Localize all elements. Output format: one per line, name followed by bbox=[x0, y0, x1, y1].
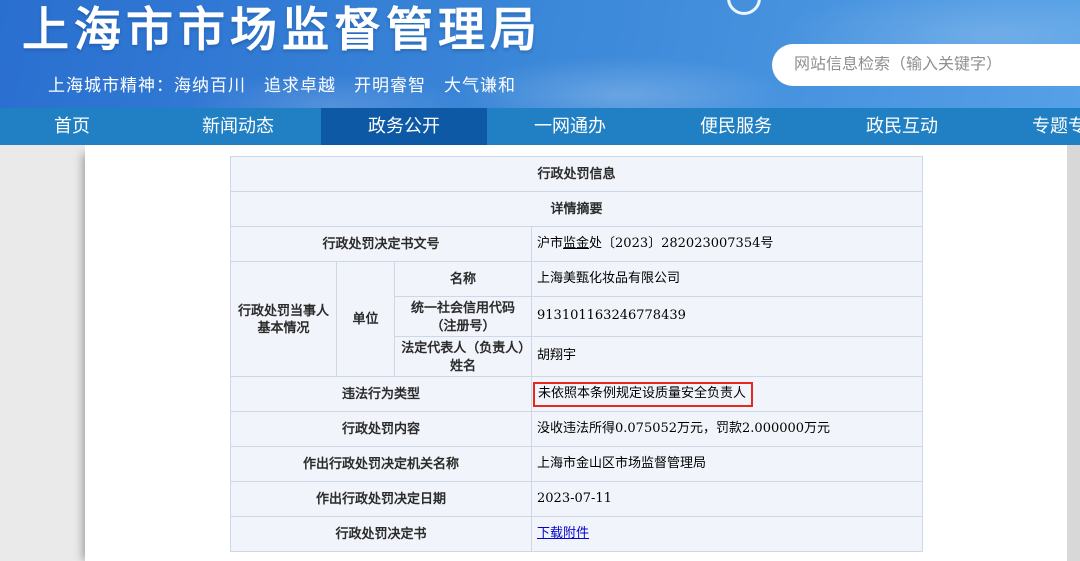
doc-number-suffix: 处〔2023〕282023007354号 bbox=[589, 236, 773, 251]
partial-ring-logo-icon bbox=[727, 0, 761, 15]
main-nav: 首页 新闻动态 政务公开 一网通办 便民服务 政民互动 专题专栏 bbox=[0, 108, 1080, 145]
decision-date-value: 2023-07-11 bbox=[532, 482, 923, 517]
nav-item-gov-disclosure[interactable]: 政务公开 bbox=[321, 108, 487, 145]
table-row: 行政处罚内容 没收违法所得0.075052万元，罚款2.000000万元 bbox=[231, 412, 923, 447]
decision-authority-label: 作出行政处罚决定机关名称 bbox=[231, 447, 532, 482]
site-title: 上海市市场监督管理局 bbox=[22, 2, 542, 58]
table-row: 行政处罚决定书 下载附件 bbox=[231, 517, 923, 552]
nav-items: 首页 新闻动态 政务公开 一网通办 便民服务 政民互动 专题专栏 bbox=[0, 108, 1080, 145]
nav-item-interaction[interactable]: 政民互动 bbox=[819, 108, 985, 145]
decision-document-label: 行政处罚决定书 bbox=[231, 517, 532, 552]
table-row: 违法行为类型 未依照本条例规定设质量安全负责人 bbox=[231, 377, 923, 412]
highlighted-violation-text: 未依照本条例规定设质量安全负责人 bbox=[533, 382, 753, 407]
table-subtitle: 详情摘要 bbox=[231, 192, 923, 227]
table-row: 行政处罚决定书文号 沪市监金处〔2023〕282023007354号 bbox=[231, 227, 923, 262]
decision-authority-value: 上海市金山区市场监督管理局 bbox=[532, 447, 923, 482]
nav-item-public-services[interactable]: 便民服务 bbox=[653, 108, 819, 145]
doc-number-label: 行政处罚决定书文号 bbox=[231, 227, 532, 262]
doc-number-underlined-part: 监金 bbox=[563, 236, 589, 251]
main-area: 行政处罚信息 详情摘要 行政处罚决定书文号 沪市监金处〔2023〕2820230… bbox=[0, 145, 1080, 561]
download-attachment-link[interactable]: 下载附件 bbox=[537, 526, 589, 541]
table-row: 行政处罚当事人基本情况 单位 名称 上海美甄化妆品有限公司 bbox=[231, 262, 923, 297]
violation-type-value: 未依照本条例规定设质量安全负责人 bbox=[532, 377, 923, 412]
content-panel: 行政处罚信息 详情摘要 行政处罚决定书文号 沪市监金处〔2023〕2820230… bbox=[85, 145, 1067, 561]
legal-rep-value: 胡翔宇 bbox=[532, 337, 923, 377]
table-row: 作出行政处罚决定日期 2023-07-11 bbox=[231, 482, 923, 517]
table-row: 作出行政处罚决定机关名称 上海市金山区市场监督管理局 bbox=[231, 447, 923, 482]
party-type-label: 单位 bbox=[337, 262, 395, 377]
table-row: 行政处罚信息 bbox=[231, 157, 923, 192]
doc-number-prefix: 沪市 bbox=[537, 236, 563, 251]
table-title: 行政处罚信息 bbox=[231, 157, 923, 192]
party-basic-info-label: 行政处罚当事人基本情况 bbox=[231, 262, 337, 377]
credit-code-label: 统一社会信用代码（注册号） bbox=[395, 297, 532, 337]
doc-number-value: 沪市监金处〔2023〕282023007354号 bbox=[532, 227, 923, 262]
nav-item-news[interactable]: 新闻动态 bbox=[155, 108, 321, 145]
nav-item-special-topics[interactable]: 专题专栏 bbox=[985, 108, 1080, 145]
nav-item-home[interactable]: 首页 bbox=[0, 108, 155, 145]
company-name-label: 名称 bbox=[395, 262, 532, 297]
penalty-content-value: 没收违法所得0.075052万元，罚款2.000000万元 bbox=[532, 412, 923, 447]
right-page-gutter bbox=[1067, 145, 1080, 561]
site-header: 上海市市场监督管理局 上海城市精神：海纳百川 追求卓越 开明睿智 大气谦和 bbox=[0, 0, 1080, 108]
company-name-value: 上海美甄化妆品有限公司 bbox=[532, 262, 923, 297]
page: 上海市市场监督管理局 上海城市精神：海纳百川 追求卓越 开明睿智 大气谦和 首页… bbox=[0, 0, 1080, 561]
penalty-content-label: 行政处罚内容 bbox=[231, 412, 532, 447]
violation-type-label: 违法行为类型 bbox=[231, 377, 532, 412]
nav-item-one-stop[interactable]: 一网通办 bbox=[487, 108, 653, 145]
credit-code-value: 913101163246778439 bbox=[532, 297, 923, 337]
penalty-info-table: 行政处罚信息 详情摘要 行政处罚决定书文号 沪市监金处〔2023〕2820230… bbox=[230, 156, 923, 552]
table-row: 详情摘要 bbox=[231, 192, 923, 227]
search-input[interactable] bbox=[794, 56, 1074, 74]
site-search-box[interactable] bbox=[772, 44, 1080, 86]
decision-date-label: 作出行政处罚决定日期 bbox=[231, 482, 532, 517]
city-spirit-slogan: 上海城市精神：海纳百川 追求卓越 开明睿智 大气谦和 bbox=[48, 71, 516, 96]
legal-rep-label: 法定代表人（负责人）姓名 bbox=[395, 337, 532, 377]
decision-document-value: 下载附件 bbox=[532, 517, 923, 552]
